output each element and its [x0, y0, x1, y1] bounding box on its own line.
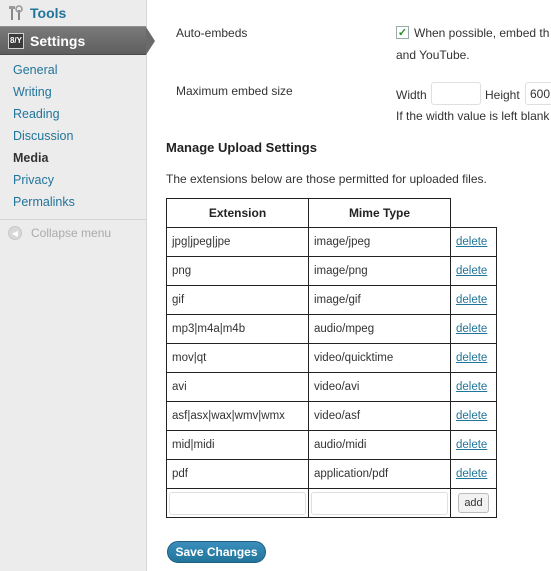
- mime-cell: video/avi: [308, 372, 451, 402]
- new-extension-cell: [166, 488, 309, 518]
- menu-item-settings[interactable]: 8/Y Settings: [0, 26, 155, 55]
- table-row: pdf application/pdf delete: [166, 459, 497, 489]
- delete-cell: delete: [450, 227, 497, 257]
- menu-item-tools[interactable]: Tools: [0, 0, 146, 26]
- extension-cell: png: [166, 256, 309, 286]
- delete-link[interactable]: delete: [456, 294, 487, 306]
- delete-link[interactable]: delete: [456, 265, 487, 277]
- table-row: gif image/gif delete: [166, 285, 497, 315]
- mime-cell: audio/mpeg: [308, 314, 451, 344]
- embed-width-input[interactable]: [431, 82, 481, 105]
- extension-cell: avi: [166, 372, 309, 402]
- mime-types-body: jpg|jpeg|jpe image/jpeg delete png image/png…: [166, 227, 497, 489]
- save-changes-button[interactable]: Save Changes: [167, 541, 266, 563]
- table-row: mid|midi audio/midi delete: [166, 430, 497, 460]
- mime-cell: video/quicktime: [308, 343, 451, 373]
- collapse-menu-label: Collapse menu: [31, 226, 112, 240]
- delete-link[interactable]: delete: [456, 381, 487, 393]
- delete-cell: delete: [450, 430, 497, 460]
- collapse-menu-button[interactable]: ◀ Collapse menu: [0, 220, 146, 246]
- auto-embeds-description-cont: and YouTube.: [396, 48, 470, 62]
- auto-embeds-checkbox[interactable]: ✓: [396, 26, 409, 39]
- mime-types-table: Extension Mime Type jpg|jpeg|jpe image/jp…: [166, 198, 497, 518]
- settings-submenu: General Writing Reading Discussion Media Priv…: [0, 55, 146, 220]
- delete-cell: delete: [450, 314, 497, 344]
- extension-cell: mp3|m4a|m4b: [166, 314, 309, 344]
- extension-cell: jpg|jpeg|jpe: [166, 227, 309, 257]
- embed-height-input[interactable]: [525, 82, 551, 105]
- mime-cell: image/gif: [308, 285, 451, 315]
- mime-cell: video/asf: [308, 401, 451, 431]
- add-mime-button[interactable]: add: [458, 493, 489, 513]
- delete-link[interactable]: delete: [456, 323, 487, 335]
- height-label: Height: [485, 88, 520, 102]
- mime-cell: audio/midi: [308, 430, 451, 460]
- column-header-extension: Extension: [166, 198, 309, 228]
- settings-icon: 8/Y: [8, 32, 24, 49]
- embed-size-hint: If the width value is left blank: [396, 109, 550, 123]
- extension-cell: gif: [166, 285, 309, 315]
- sidebar-item-writing[interactable]: Writing: [0, 81, 146, 103]
- tools-icon: [8, 5, 24, 21]
- extension-cell: mov|qt: [166, 343, 309, 373]
- add-row: add: [166, 488, 497, 518]
- collapse-arrow-icon: ◀: [8, 226, 22, 240]
- table-row: png image/png delete: [166, 256, 497, 286]
- table-row: mp3|m4a|m4b audio/mpeg delete: [166, 314, 497, 344]
- mime-cell: image/png: [308, 256, 451, 286]
- sidebar-item-reading[interactable]: Reading: [0, 103, 146, 125]
- new-extension-input[interactable]: [169, 491, 306, 515]
- sidebar-item-general[interactable]: General: [0, 59, 146, 81]
- upload-settings-description: The extensions below are those permitted…: [166, 172, 487, 186]
- extension-cell: mid|midi: [166, 430, 309, 460]
- delete-cell: delete: [450, 343, 497, 373]
- sidebar-item-privacy[interactable]: Privacy: [0, 169, 146, 191]
- upload-settings-title: Manage Upload Settings: [166, 140, 317, 155]
- menu-item-tools-label: Tools: [30, 5, 67, 21]
- menu-item-settings-label: Settings: [30, 32, 86, 49]
- width-label: Width: [396, 88, 427, 102]
- delete-link[interactable]: delete: [456, 352, 487, 364]
- auto-embeds-label: Auto-embeds: [176, 26, 248, 40]
- delete-cell: delete: [450, 459, 497, 489]
- new-mime-input[interactable]: [311, 491, 448, 515]
- delete-link[interactable]: delete: [456, 439, 487, 451]
- table-row: asf|asx|wax|wmv|wmx video/asf delete: [166, 401, 497, 431]
- delete-link[interactable]: delete: [456, 236, 487, 248]
- delete-cell: delete: [450, 372, 497, 402]
- admin-sidebar: Tools 8/Y Settings General Writing Reading…: [0, 0, 155, 571]
- auto-embeds-description: When possible, embed th: [414, 26, 550, 40]
- max-embed-size-label: Maximum embed size: [176, 84, 293, 98]
- extension-cell: asf|asx|wax|wmv|wmx: [166, 401, 309, 431]
- table-row: mov|qt video/quicktime delete: [166, 343, 497, 373]
- column-header-actions: [450, 198, 497, 228]
- table-header-row: Extension Mime Type: [166, 198, 497, 228]
- mime-cell: image/jpeg: [308, 227, 451, 257]
- current-menu-arrow: [146, 27, 155, 55]
- sidebar-item-permalinks[interactable]: Permalinks: [0, 191, 146, 213]
- new-mime-cell: [308, 488, 451, 518]
- delete-cell: delete: [450, 285, 497, 315]
- delete-cell: delete: [450, 256, 497, 286]
- checkmark-icon: ✓: [397, 27, 408, 39]
- column-header-mime: Mime Type: [308, 198, 451, 228]
- delete-link[interactable]: delete: [456, 410, 487, 422]
- sidebar-item-media[interactable]: Media: [0, 147, 146, 169]
- delete-link[interactable]: delete: [456, 468, 487, 480]
- extension-cell: pdf: [166, 459, 309, 489]
- table-row: avi video/avi delete: [166, 372, 497, 402]
- mime-cell: application/pdf: [308, 459, 451, 489]
- add-cell: add: [450, 488, 497, 518]
- table-row: jpg|jpeg|jpe image/jpeg delete: [166, 227, 497, 257]
- delete-cell: delete: [450, 401, 497, 431]
- sidebar-item-discussion[interactable]: Discussion: [0, 125, 146, 147]
